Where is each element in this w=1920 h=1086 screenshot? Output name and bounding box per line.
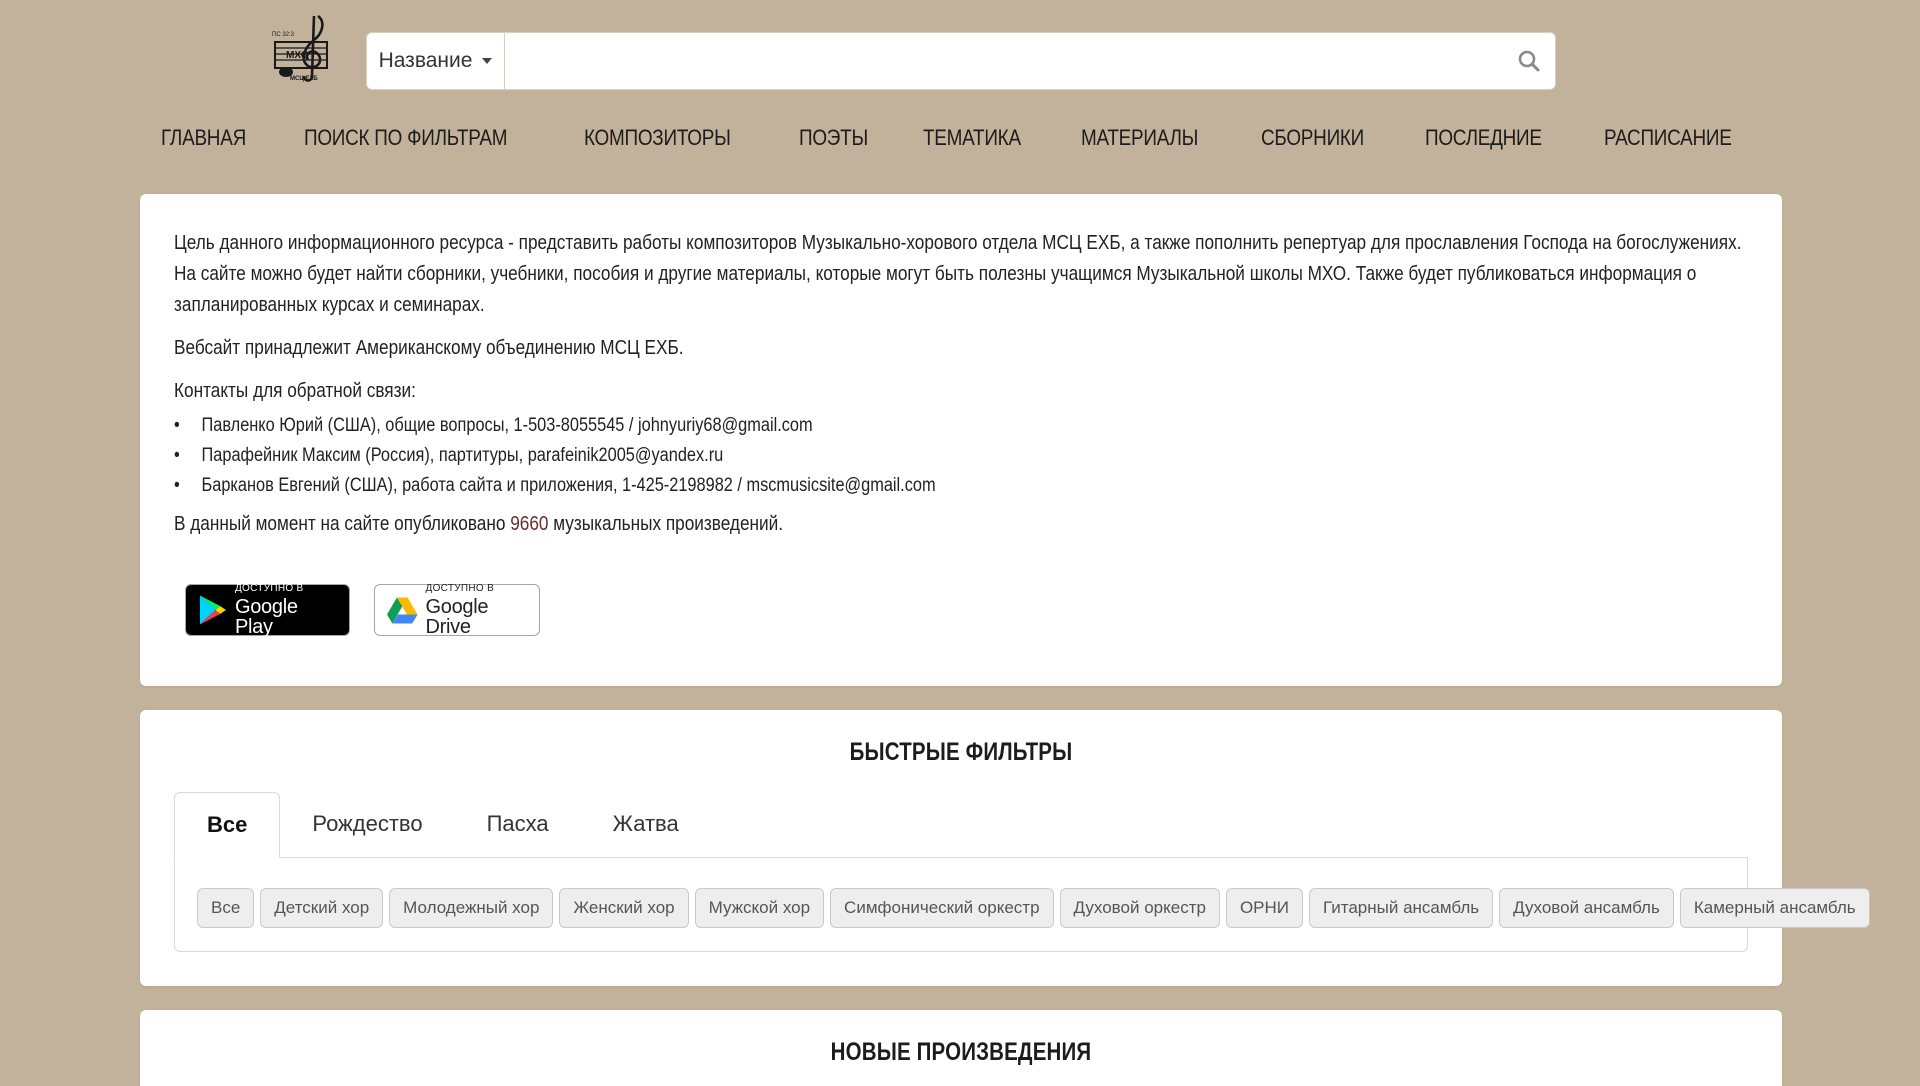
nav-item-collections[interactable]: СБОРНИКИ — [1261, 120, 1364, 156]
contact-item: Павленко Юрий (США), общие вопросы, 1-50… — [174, 411, 1750, 441]
caret-down-icon — [482, 58, 493, 64]
logo-treble-clef-icon: ПС 32:3 МХО МСЦ ЕХБ — [272, 14, 328, 82]
google-play-icon — [199, 595, 227, 625]
filter-tab-panel: Все Детский хор Молодежный хор Женский х… — [174, 858, 1870, 952]
tab-christmas[interactable]: Рождество — [280, 791, 454, 857]
nav-item-schedule[interactable]: РАСПИСАНИЕ — [1604, 120, 1732, 156]
count-prefix: В данный момент на сайте опубликовано — [174, 513, 506, 535]
about-text: Цель данного информационного ресурса - п… — [174, 228, 1750, 540]
chip-brass-ensemble[interactable]: Духовой ансамбль — [1499, 888, 1674, 928]
chip-women-choir[interactable]: Женский хор — [559, 888, 689, 928]
google-play-badge[interactable]: ДОСТУПНО В Google Play — [185, 582, 350, 638]
new-works-card: НОВЫЕ ПРОИЗВЕДЕНИЯ — [140, 1010, 1782, 1086]
search-field-select-label: Название — [378, 49, 473, 72]
chip-orni[interactable]: ОРНИ — [1225, 888, 1303, 928]
contacts-title: Контакты для обратной связи: — [174, 380, 416, 402]
svg-text:ПС 32:3: ПС 32:3 — [272, 32, 295, 38]
chip-chamber-ensemble[interactable]: Камерный ансамбль — [1679, 888, 1870, 928]
chip-men-choir[interactable]: Мужской хор — [694, 888, 825, 928]
chip-guitar-ensemble[interactable]: Гитарный ансамбль — [1309, 888, 1494, 928]
search-field-select[interactable]: Название — [367, 33, 505, 89]
about-owner: Вебсайт принадлежит Американскому объеди… — [174, 337, 684, 359]
published-count: В данный момент на сайте опубликовано 96… — [174, 509, 1750, 540]
nav-item-themes[interactable]: ТЕМАТИКА — [923, 120, 1021, 156]
count-value: 9660 — [510, 513, 549, 535]
nav-item-home[interactable]: ГЛАВНАЯ — [161, 120, 246, 156]
filter-chips: Все Детский хор Молодежный хор Женский х… — [197, 888, 1870, 928]
about-intro: Цель данного информационного ресурса - п… — [174, 232, 1742, 316]
site-logo[interactable]: ПС 32:3 МХО МСЦ ЕХБ — [270, 12, 336, 84]
drive-badge-big: Google Drive — [425, 595, 489, 638]
tab-all[interactable]: Все — [174, 792, 281, 858]
filter-tabs: Все Рождество Пасха Жатва — [174, 792, 1748, 858]
google-drive-badge[interactable]: ДОСТУПНО В Google Drive — [374, 582, 540, 638]
nav-item-materials[interactable]: МАТЕРИАЛЫ — [1081, 120, 1198, 156]
search-input[interactable] — [505, 33, 1503, 89]
main-nav: ГЛАВНАЯ ПОИСК ПО ФИЛЬТРАМ КОМПОЗИТОРЫ ПО… — [161, 120, 1797, 156]
nav-item-poets[interactable]: ПОЭТЫ — [799, 120, 868, 156]
contact-item: Парафейник Максим (Россия), партитуры, p… — [174, 441, 1750, 471]
contacts-list: Павленко Юрий (США), общие вопросы, 1-50… — [174, 411, 1750, 501]
chip-youth-choir[interactable]: Молодежный хор — [389, 888, 554, 928]
nav-item-composers[interactable]: КОМПОЗИТОРЫ — [584, 120, 731, 156]
svg-text:МСЦ ЕХБ: МСЦ ЕХБ — [290, 76, 318, 82]
new-works-title: НОВЫЕ ПРОИЗВЕДЕНИЯ — [830, 1038, 1092, 1066]
contact-item: Барканов Евгений (США), работа сайта и п… — [174, 471, 1750, 501]
chip-symphony-orchestra[interactable]: Симфонический оркестр — [830, 888, 1054, 928]
chip-brass-orchestra[interactable]: Духовой оркестр — [1059, 888, 1220, 928]
svg-text:МХО: МХО — [286, 50, 309, 61]
play-badge-big: Google Play — [234, 595, 298, 638]
nav-item-latest[interactable]: ПОСЛЕДНИЕ — [1425, 120, 1542, 156]
nav-item-filter-search[interactable]: ПОИСК ПО ФИЛЬТРАМ — [304, 120, 508, 156]
quick-filters-card: БЫСТРЫЕ ФИЛЬТРЫ Все Рождество Пасха Жатв… — [140, 710, 1870, 986]
quick-filters-title: БЫСТРЫЕ ФИЛЬТРЫ — [849, 738, 1073, 766]
search-icon[interactable] — [1503, 33, 1555, 89]
drive-badge-small: ДОСТУПНО В — [425, 582, 495, 594]
tab-harvest[interactable]: Жатва — [581, 791, 711, 857]
count-suffix: музыкальных произведений. — [553, 513, 784, 535]
search-bar: Название — [366, 32, 1556, 90]
store-badges: ДОСТУПНО В Google Play ДОСТУПНО В Google… — [185, 582, 540, 638]
tab-easter[interactable]: Пасха — [455, 791, 581, 857]
chip-all[interactable]: Все — [197, 888, 255, 928]
about-card: Цель данного информационного ресурса - п… — [140, 194, 1782, 686]
google-drive-icon — [387, 597, 418, 624]
chip-children-choir[interactable]: Детский хор — [260, 888, 384, 928]
play-badge-small: ДОСТУПНО В — [234, 582, 304, 594]
